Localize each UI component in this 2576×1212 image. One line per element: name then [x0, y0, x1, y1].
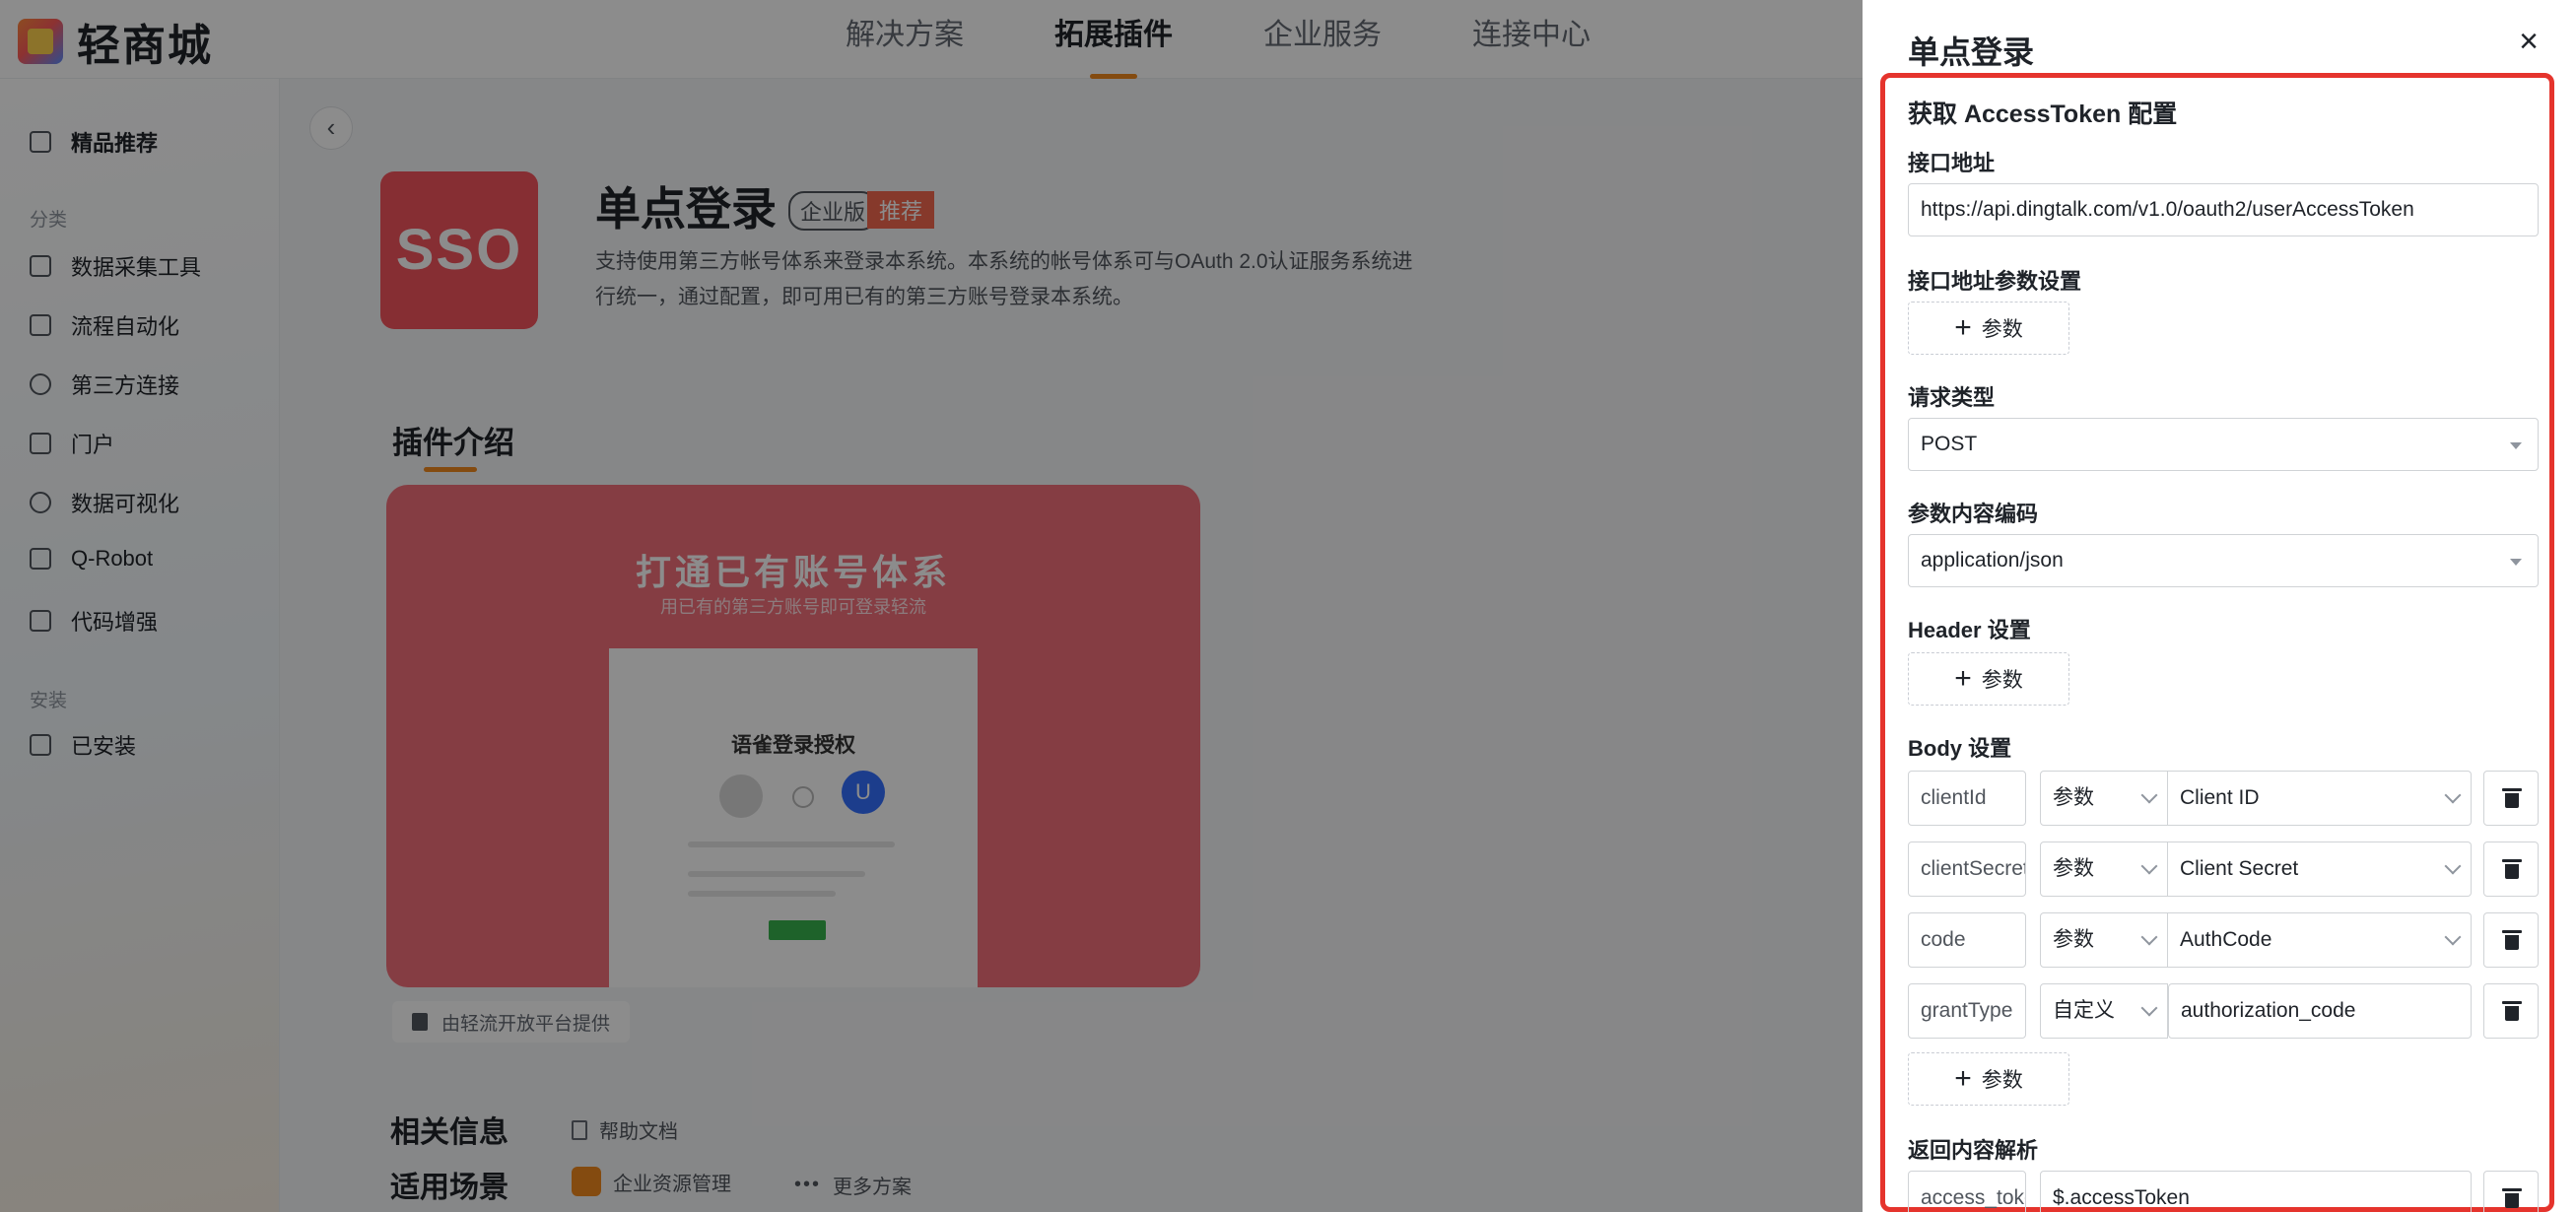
trash-icon	[2502, 859, 2522, 879]
body-value: Client ID	[2180, 786, 2260, 809]
api-url-input[interactable]: https://api.dingtalk.com/v1.0/oauth2/use…	[1908, 183, 2539, 236]
add-param-label: 参数	[1981, 1069, 2023, 1092]
add-param-label: 参数	[1981, 669, 2023, 692]
body-key-input[interactable]: grantType	[1908, 983, 2026, 1039]
chevron-down-icon	[2444, 857, 2462, 875]
sso-config-drawer: 单点登录 × 获取 AccessToken 配置 接口地址 https://ap…	[1863, 0, 2576, 1212]
modal-overlay[interactable]	[0, 0, 1863, 1212]
delete-row-button[interactable]	[2483, 842, 2539, 897]
drawer-title: 单点登录	[1908, 34, 2035, 70]
url-params-label: 接口地址参数设置	[1908, 269, 2082, 294]
chevron-down-icon	[2140, 786, 2158, 804]
add-body-param-button[interactable]: + 参数	[1908, 1052, 2069, 1106]
chevron-down-icon	[2140, 928, 2158, 946]
section-title: 获取 AccessToken 配置	[1908, 101, 2178, 128]
body-type-value: 参数	[2053, 786, 2094, 809]
trash-icon	[2502, 930, 2522, 950]
body-type-select[interactable]: 参数	[2040, 842, 2168, 897]
body-value: Client Secret	[2180, 857, 2299, 880]
trash-icon	[2502, 1001, 2522, 1021]
response-key-input[interactable]: access_token	[1908, 1171, 2026, 1212]
body-type-select[interactable]: 自定义	[2040, 983, 2168, 1039]
body-type-value: 参数	[2053, 857, 2094, 880]
delete-row-button[interactable]	[2483, 912, 2539, 968]
response-path-input[interactable]: $.accessToken	[2040, 1171, 2472, 1212]
body-type-value: 参数	[2053, 928, 2094, 951]
body-row: grantType 自定义 authorization_code	[1908, 983, 2546, 1039]
chevron-down-icon	[2140, 857, 2158, 875]
request-type-select[interactable]: POST	[1908, 418, 2539, 471]
response-parse-label: 返回内容解析	[1908, 1138, 2039, 1163]
body-row: clientSecret 参数 Client Secret	[1908, 842, 2546, 897]
trash-icon	[2502, 1188, 2522, 1208]
encoding-select[interactable]: application/json	[1908, 534, 2539, 587]
body-value-input[interactable]: authorization_code	[2168, 983, 2472, 1039]
close-icon[interactable]: ×	[2511, 24, 2546, 59]
request-type-value: POST	[1921, 433, 1978, 455]
plus-icon: +	[1954, 1062, 1972, 1095]
request-type-label: 请求类型	[1908, 385, 1996, 410]
body-type-value: 自定义	[2053, 999, 2115, 1022]
delete-row-button[interactable]	[2483, 1171, 2539, 1212]
caret-down-icon	[2510, 559, 2522, 566]
add-url-param-button[interactable]: + 参数	[1908, 302, 2069, 355]
chevron-down-icon	[2140, 999, 2158, 1017]
body-value-select[interactable]: Client ID	[2168, 771, 2472, 826]
chevron-down-icon	[2444, 786, 2462, 804]
delete-row-button[interactable]	[2483, 983, 2539, 1039]
add-param-label: 参数	[1981, 318, 2023, 341]
body-key-input[interactable]: clientSecret	[1908, 842, 2026, 897]
api-url-label: 接口地址	[1908, 151, 1996, 175]
body-value-select[interactable]: Client Secret	[2168, 842, 2472, 897]
body-row: code 参数 AuthCode	[1908, 912, 2546, 968]
delete-row-button[interactable]	[2483, 771, 2539, 826]
add-header-param-button[interactable]: + 参数	[1908, 652, 2069, 706]
body-key-input[interactable]: clientId	[1908, 771, 2026, 826]
encoding-value: application/json	[1921, 549, 2064, 572]
encoding-label: 参数内容编码	[1908, 502, 2039, 526]
caret-down-icon	[2510, 442, 2522, 449]
body-value: AuthCode	[2180, 928, 2272, 951]
body-value-select[interactable]: AuthCode	[2168, 912, 2472, 968]
chevron-down-icon	[2444, 928, 2462, 946]
body-row: clientId 参数 Client ID	[1908, 771, 2546, 826]
trash-icon	[2502, 788, 2522, 808]
plus-icon: +	[1954, 662, 1972, 695]
body-settings-label: Body 设置	[1908, 736, 2012, 761]
plus-icon: +	[1954, 311, 1972, 344]
body-type-select[interactable]: 参数	[2040, 771, 2168, 826]
body-type-select[interactable]: 参数	[2040, 912, 2168, 968]
header-settings-label: Header 设置	[1908, 618, 2031, 642]
body-key-input[interactable]: code	[1908, 912, 2026, 968]
response-row: access_token $.accessToken	[1908, 1171, 2546, 1212]
